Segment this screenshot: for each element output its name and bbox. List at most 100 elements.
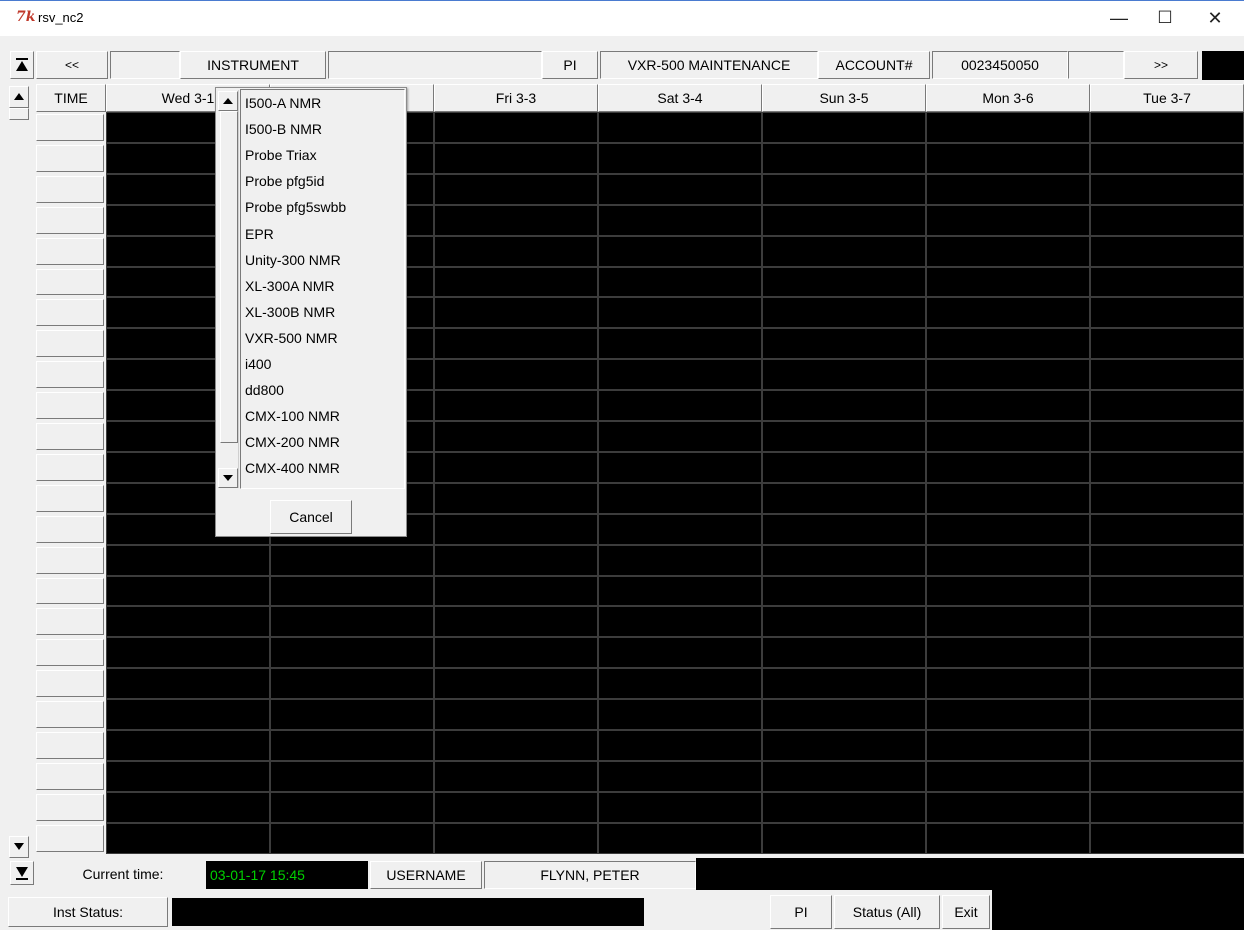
schedule-cell[interactable] (762, 761, 926, 792)
schedule-cell[interactable] (598, 236, 762, 267)
schedule-cell[interactable] (926, 267, 1090, 297)
time-row-cell[interactable] (36, 299, 104, 326)
pi-status-button[interactable]: PI (770, 895, 832, 929)
schedule-cell[interactable] (762, 205, 926, 236)
menu-item-instrument[interactable]: I500-B NMR (243, 116, 393, 142)
schedule-cell[interactable] (598, 514, 762, 545)
time-row-cell[interactable] (36, 145, 104, 172)
menu-item-instrument[interactable]: Probe pfg5swbb (243, 194, 393, 220)
schedule-cell[interactable] (270, 699, 434, 730)
schedule-cell[interactable] (762, 606, 926, 637)
schedule-cell[interactable] (1090, 668, 1244, 699)
schedule-cell[interactable] (434, 174, 598, 205)
schedule-cell[interactable] (1090, 452, 1244, 483)
schedule-cell[interactable] (926, 143, 1090, 174)
schedule-cell[interactable] (1090, 236, 1244, 267)
schedule-cell[interactable] (1090, 730, 1244, 761)
time-row-cell[interactable] (36, 825, 104, 852)
schedule-cell[interactable] (106, 792, 270, 823)
pi-button[interactable]: PI (542, 51, 598, 79)
schedule-cell[interactable] (926, 668, 1090, 699)
account-value-field[interactable]: 0023450050 (932, 51, 1068, 79)
schedule-cell[interactable] (598, 637, 762, 668)
schedule-cell[interactable] (762, 143, 926, 174)
schedule-cell[interactable] (1090, 761, 1244, 792)
time-row-cell[interactable] (36, 361, 104, 388)
menu-scroll-thumb[interactable] (220, 111, 238, 443)
schedule-cell[interactable] (434, 823, 598, 854)
schedule-cell[interactable] (926, 792, 1090, 823)
schedule-cell[interactable] (598, 606, 762, 637)
schedule-cell[interactable] (434, 606, 598, 637)
schedule-cell[interactable] (762, 637, 926, 668)
schedule-cell[interactable] (106, 761, 270, 792)
schedule-cell[interactable] (598, 421, 762, 452)
schedule-cell[interactable] (762, 236, 926, 267)
time-row-cell[interactable] (36, 454, 104, 481)
schedule-cell[interactable] (598, 143, 762, 174)
scroll-top-button[interactable] (10, 51, 34, 79)
schedule-cell[interactable] (598, 823, 762, 854)
schedule-cell[interactable] (926, 205, 1090, 236)
day-header-7[interactable]: Tue 3-7 (1090, 84, 1244, 112)
schedule-cell[interactable] (926, 359, 1090, 390)
schedule-cell[interactable] (1090, 823, 1244, 854)
schedule-cell[interactable] (598, 452, 762, 483)
schedule-cell[interactable] (106, 699, 270, 730)
day-header-3[interactable]: Fri 3-3 (434, 84, 598, 112)
schedule-cell[interactable] (1090, 205, 1244, 236)
schedule-cell[interactable] (598, 112, 762, 143)
prev-week-button[interactable]: << (36, 51, 108, 79)
time-row-cell[interactable] (36, 330, 104, 357)
schedule-cell[interactable] (598, 792, 762, 823)
schedule-cell[interactable] (1090, 576, 1244, 606)
schedule-cell[interactable] (1090, 514, 1244, 545)
schedule-cell[interactable] (270, 545, 434, 576)
menu-item-instrument[interactable]: XL-300B NMR (243, 299, 393, 325)
schedule-cell[interactable] (762, 514, 926, 545)
schedule-cell[interactable] (106, 637, 270, 668)
pi-value-field[interactable]: VXR-500 MAINTENANCE (600, 51, 818, 79)
schedule-cell[interactable] (434, 390, 598, 421)
schedule-cell[interactable] (106, 545, 270, 576)
schedule-cell[interactable] (434, 328, 598, 359)
schedule-cell[interactable] (106, 823, 270, 854)
status-all-button[interactable]: Status (All) (834, 895, 940, 929)
time-row-cell[interactable] (36, 578, 104, 604)
schedule-cell[interactable] (598, 390, 762, 421)
next-week-button[interactable]: >> (1124, 51, 1198, 79)
schedule-cell[interactable] (926, 452, 1090, 483)
time-row-cell[interactable] (36, 670, 104, 697)
schedule-cell[interactable] (926, 730, 1090, 761)
menu-item-instrument[interactable]: I500-A NMR (243, 90, 393, 116)
schedule-cell[interactable] (926, 297, 1090, 328)
close-button[interactable]: ✕ (1192, 0, 1238, 36)
schedule-cell[interactable] (598, 267, 762, 297)
time-row-cell[interactable] (36, 423, 104, 450)
exit-button[interactable]: Exit (942, 895, 990, 929)
schedule-cell[interactable] (1090, 297, 1244, 328)
schedule-cell[interactable] (926, 421, 1090, 452)
schedule-cell[interactable] (434, 668, 598, 699)
scroll-bottom-button[interactable] (10, 861, 34, 885)
schedule-cell[interactable] (762, 668, 926, 699)
time-row-cell[interactable] (36, 794, 104, 821)
schedule-cell[interactable] (106, 606, 270, 637)
schedule-cell[interactable] (926, 112, 1090, 143)
schedule-cell[interactable] (762, 174, 926, 205)
menu-scroll-up-button[interactable] (218, 91, 238, 111)
day-header-4[interactable]: Sat 3-4 (598, 84, 762, 112)
time-row-cell[interactable] (36, 547, 104, 574)
schedule-cell[interactable] (434, 297, 598, 328)
schedule-cell[interactable] (762, 328, 926, 359)
schedule-cell[interactable] (434, 143, 598, 174)
schedule-cell[interactable] (598, 545, 762, 576)
schedule-cell[interactable] (434, 483, 598, 514)
schedule-cell[interactable] (598, 576, 762, 606)
schedule-cell[interactable] (1090, 637, 1244, 668)
schedule-cell[interactable] (762, 297, 926, 328)
instrument-value-field[interactable] (328, 51, 542, 79)
menu-scroll-down-button[interactable] (218, 468, 238, 488)
schedule-cell[interactable] (762, 112, 926, 143)
schedule-cell[interactable] (434, 730, 598, 761)
